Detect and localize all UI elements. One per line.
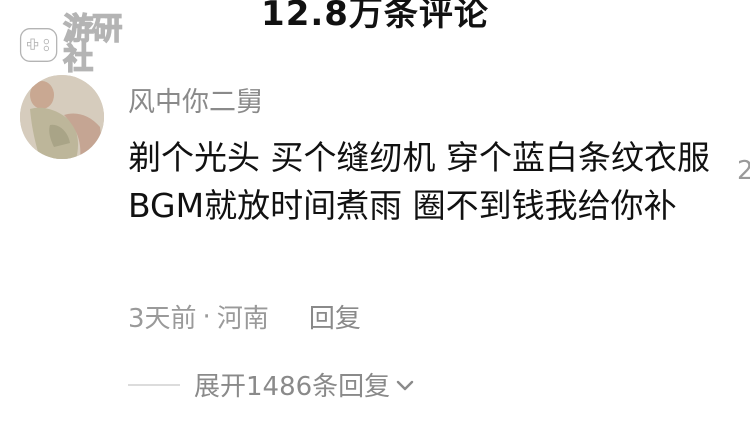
gamepad-logo-icon — [18, 26, 59, 64]
comment-location: 河南 — [216, 304, 269, 334]
expand-replies-button[interactable]: 展开1486条回复 — [128, 366, 416, 403]
comment-text: 剃个光头 买个缝纫机 穿个蓝白条纹衣服 BGM就放时间煮雨 圈不到钱我给你补 — [128, 138, 710, 225]
chevron-down-icon — [396, 380, 414, 390]
watermark-text: 游研社 — [63, 12, 123, 77]
reply-button[interactable]: 回复 — [309, 298, 361, 335]
comment-meta: 3天前 · 河南 回复 — [128, 298, 361, 335]
like-count: 2 — [737, 156, 750, 186]
comment-time: 3天前 — [128, 304, 197, 334]
expand-divider — [128, 383, 180, 386]
watermark: 游研社 — [18, 12, 138, 77]
avatar-image — [20, 75, 104, 159]
avatar[interactable] — [20, 75, 104, 159]
expand-replies-label: 展开1486条回复 — [194, 372, 391, 402]
comment-username[interactable]: 风中你二舅 — [128, 80, 263, 119]
meta-separator: · — [202, 301, 211, 332]
